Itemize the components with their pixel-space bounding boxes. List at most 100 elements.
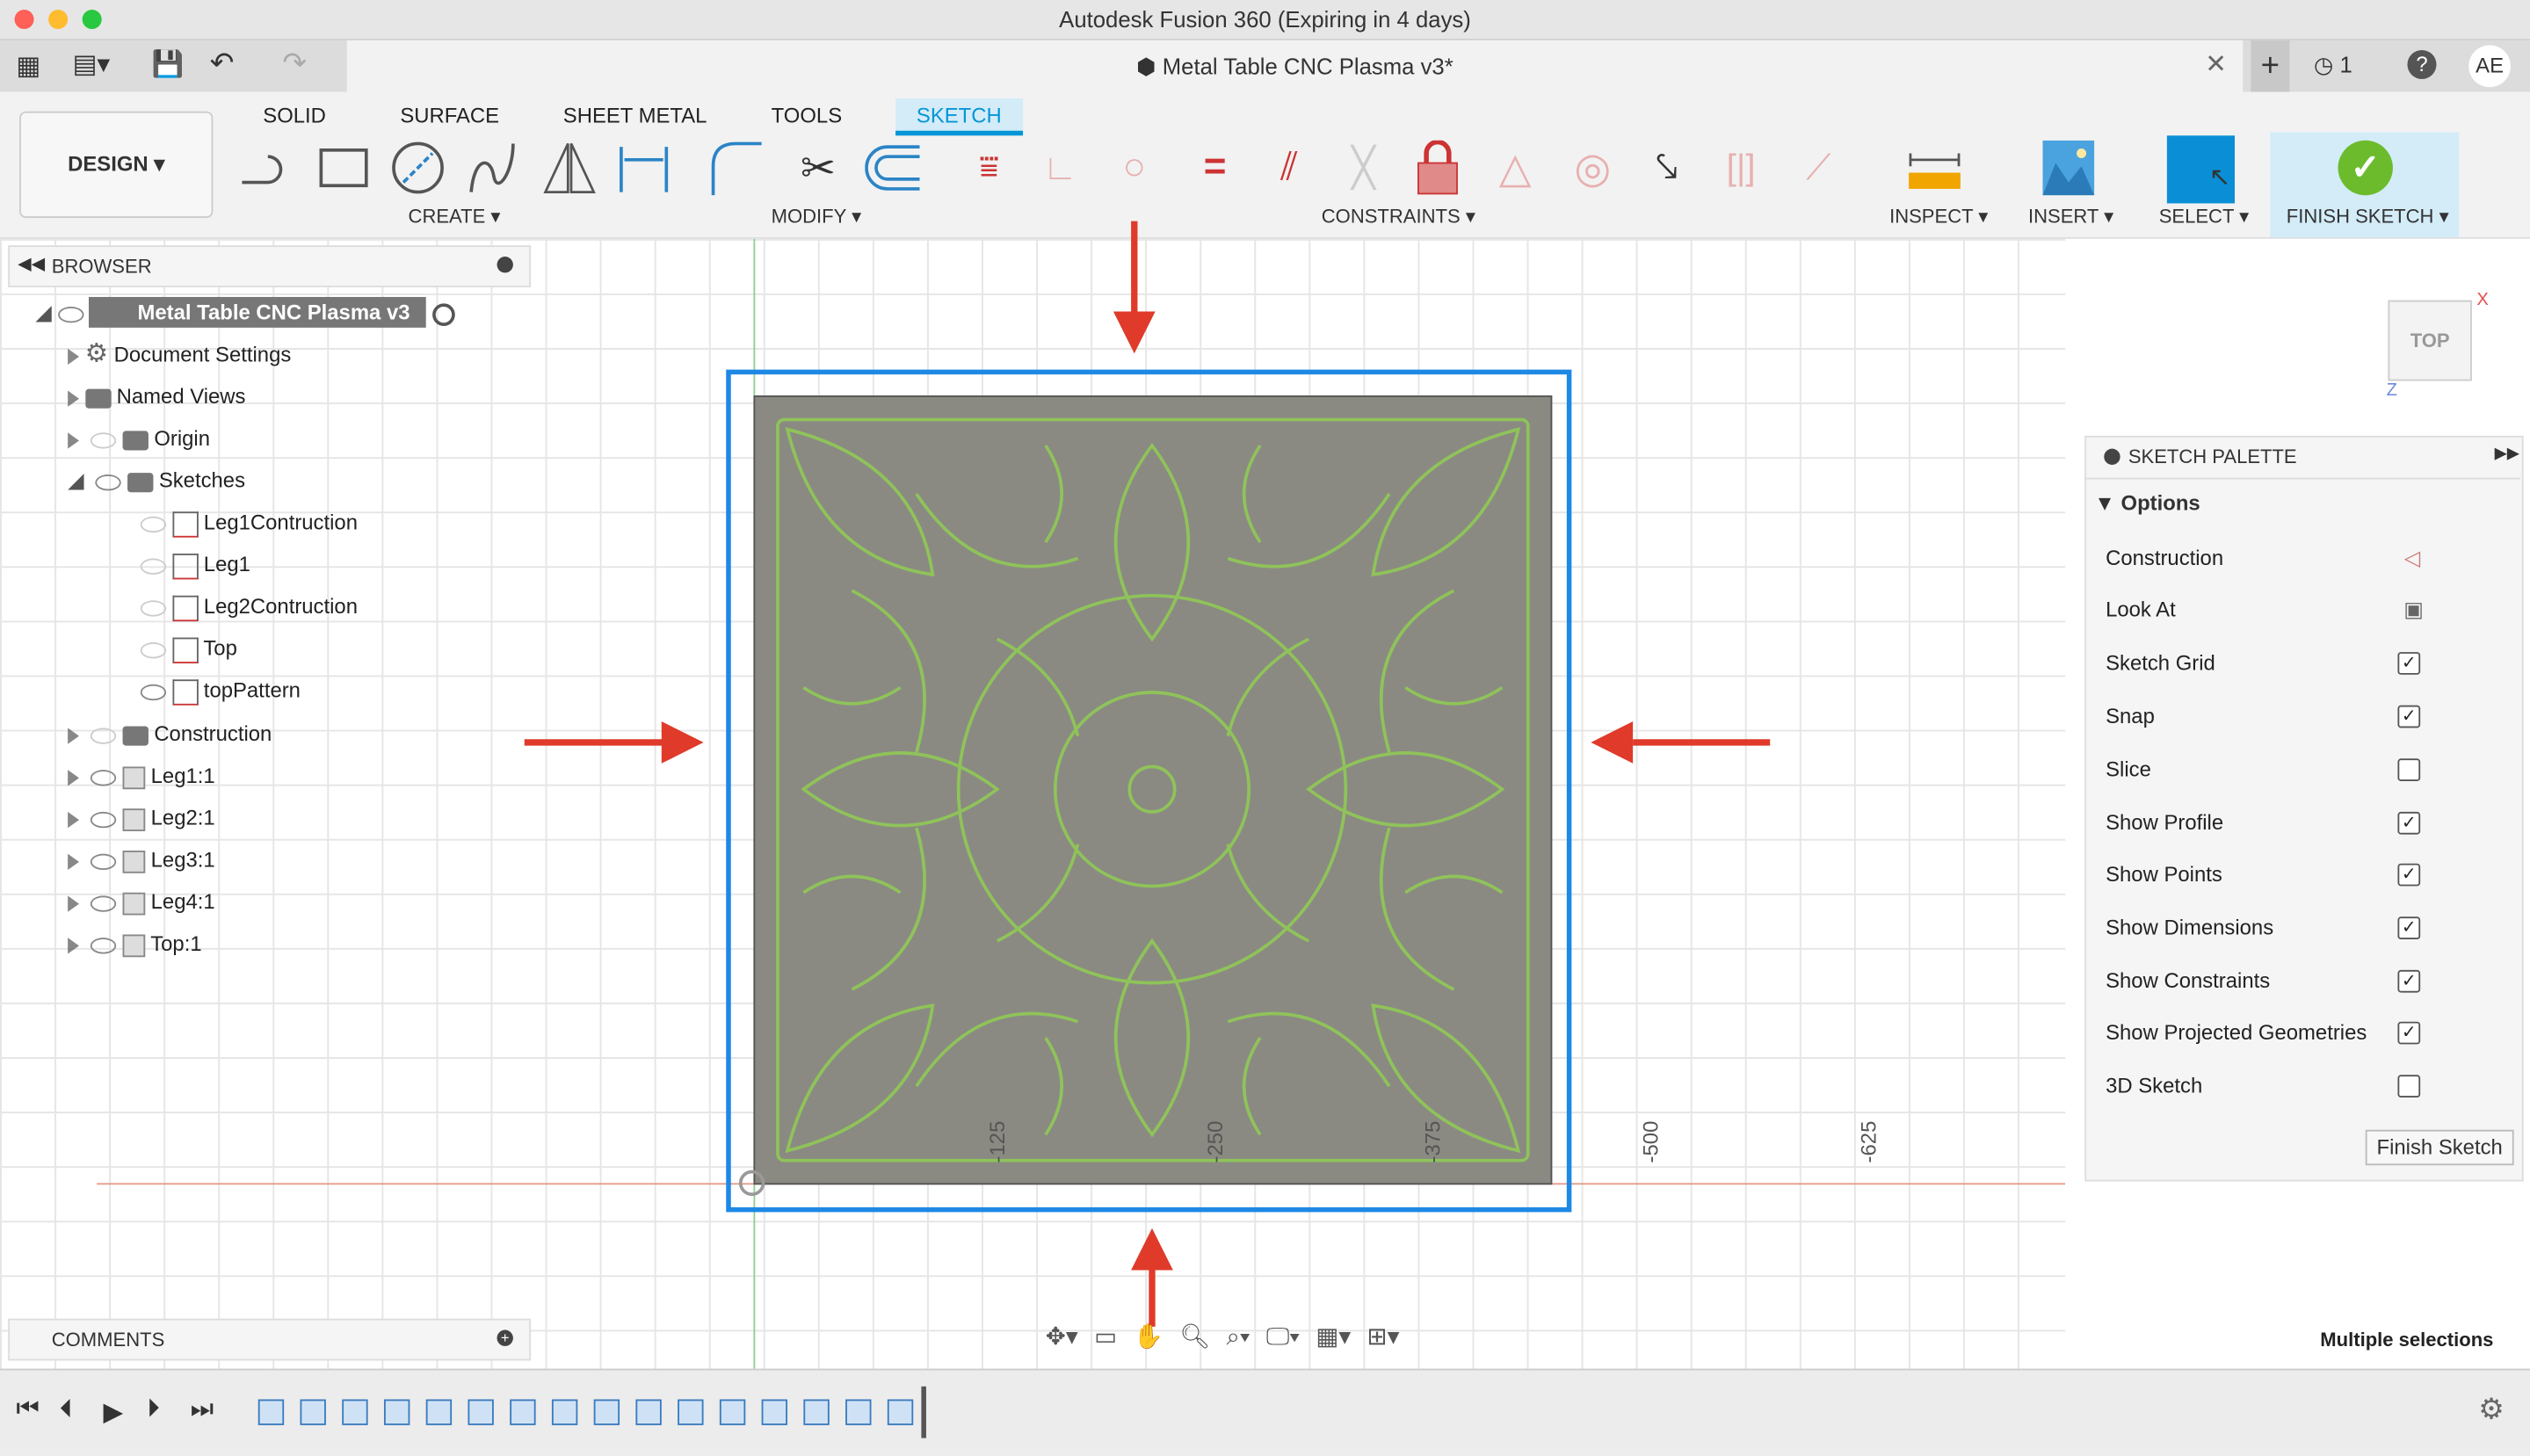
browser-root[interactable]: ◢ Metal Table CNC Plasma v3 <box>35 293 455 332</box>
browser-item-document-settings[interactable]: ⚙ Document Settings <box>68 336 291 374</box>
constraints-menu[interactable]: CONSTRAINTS ▾ <box>1322 205 1475 228</box>
visibility-eye-icon[interactable] <box>91 431 117 448</box>
visibility-eye-icon[interactable] <box>91 937 117 953</box>
inspect-menu[interactable]: INSPECT ▾ <box>1889 205 1988 228</box>
browser-item-sketch[interactable]: Leg1Contruction <box>140 503 358 542</box>
browser-item-body[interactable]: Leg2:1 <box>68 799 215 837</box>
viewports-icon[interactable]: ⊞▾ <box>1367 1322 1400 1351</box>
tab-tools[interactable]: TOOLS <box>752 98 862 133</box>
help-icon[interactable]: ? <box>2407 49 2437 80</box>
option-checkbox[interactable]: ✓ <box>2397 652 2421 676</box>
browser-minimize-icon[interactable] <box>497 257 513 273</box>
timeline-marker[interactable] <box>921 1386 926 1438</box>
visibility-eye-icon[interactable] <box>95 474 122 490</box>
palette-option-show-projected-geometries[interactable]: Show Projected Geometries ✓ <box>2106 1008 2509 1060</box>
browser-item-body[interactable]: Top:1 <box>68 924 202 963</box>
modify-menu[interactable]: MODIFY ▾ <box>772 205 861 228</box>
expand-icon[interactable] <box>68 811 79 828</box>
look-at-icon[interactable]: ▣ <box>2403 584 2424 636</box>
orbit-icon[interactable]: ✥▾ <box>1046 1322 1078 1351</box>
activate-radio-icon[interactable] <box>431 302 455 326</box>
curvature-constraint-icon[interactable]: ⟋ <box>1791 141 1845 195</box>
step-back-icon[interactable]: ⏴ <box>60 1396 73 1425</box>
tab-solid[interactable]: SOLID <box>243 98 345 133</box>
finish-sketch-palette-button[interactable]: Finish Sketch <box>2365 1129 2514 1166</box>
visibility-eye-icon[interactable] <box>140 515 167 532</box>
timeline-feature-icon[interactable] <box>383 1399 410 1425</box>
timeline-feature-icon[interactable] <box>635 1399 662 1425</box>
visibility-eye-icon[interactable] <box>57 306 83 322</box>
go-to-end-icon[interactable]: ⏭ <box>191 1396 214 1425</box>
timeline-feature-icon[interactable] <box>300 1399 326 1425</box>
triangle-constraint-icon[interactable]: △ <box>1488 141 1542 195</box>
fit-zoom-icon[interactable]: ⌕▾ <box>1226 1322 1250 1350</box>
palette-option-construction[interactable]: Construction ◁ <box>2106 532 2509 584</box>
rectangle-tool-icon[interactable] <box>316 141 371 195</box>
browser-item-sketch[interactable]: Top <box>140 629 237 668</box>
timeline-feature-icon[interactable] <box>593 1399 620 1425</box>
symmetry-constraint-icon[interactable]: [|] <box>1714 141 1768 195</box>
offset-tool-icon[interactable] <box>865 141 920 195</box>
visibility-eye-icon[interactable] <box>91 811 117 828</box>
timeline-feature-icon[interactable] <box>845 1399 872 1425</box>
apps-grid-icon[interactable]: ▦ <box>16 50 40 83</box>
browser-item-body[interactable]: Leg4:1 <box>68 883 215 922</box>
step-forward-icon[interactable]: ⏵ <box>147 1396 160 1425</box>
measure-icon[interactable] <box>1907 141 1961 195</box>
mirror-tool-icon[interactable] <box>542 141 597 195</box>
create-menu[interactable]: CREATE ▾ <box>409 205 501 228</box>
table-top-profile[interactable] <box>753 395 1553 1185</box>
palette-option-snap[interactable]: Snap ✓ <box>2106 691 2509 742</box>
palette-minimize-icon[interactable] <box>2104 448 2120 465</box>
timeline-feature-icon[interactable] <box>510 1399 536 1425</box>
save-icon[interactable]: 💾 <box>152 48 185 81</box>
workspace-switcher[interactable]: DESIGN ▾ <box>19 111 214 218</box>
timeline-feature-icon[interactable] <box>425 1399 453 1425</box>
palette-option-show-constraints[interactable]: Show Constraints ✓ <box>2106 955 2509 1007</box>
close-window-button[interactable] <box>14 10 34 30</box>
job-status[interactable]: ◷ 1 <box>2314 52 2352 79</box>
parallel-constraint-icon[interactable]: ⫽ <box>1262 141 1316 195</box>
option-checkbox[interactable]: ✓ <box>2397 705 2421 728</box>
display-settings-icon[interactable]: 🖵▾ <box>1266 1322 1300 1350</box>
options-section-toggle[interactable]: ▼ Options <box>2094 490 2200 515</box>
collinear-constraint-icon[interactable]: ╳ <box>1336 141 1390 195</box>
user-avatar[interactable]: AE <box>2468 45 2511 88</box>
palette-expand-icon[interactable]: ▶▶ <box>2495 445 2519 463</box>
option-checkbox[interactable] <box>2397 757 2421 781</box>
fix-constraint-icon[interactable]: ⩸ <box>961 141 1016 195</box>
tab-surface[interactable]: SURFACE <box>381 98 518 133</box>
fillet-tool-icon[interactable] <box>710 141 765 196</box>
option-checkbox[interactable]: ✓ <box>2397 810 2421 834</box>
palette-option-show-points[interactable]: Show Points ✓ <box>2106 850 2509 902</box>
dimension-tool-icon[interactable] <box>616 141 671 195</box>
tab-sketch[interactable]: SKETCH <box>895 98 1023 136</box>
palette-option-show-profile[interactable]: Show Profile ✓ <box>2106 796 2509 848</box>
minimize-window-button[interactable] <box>48 10 69 30</box>
insert-menu[interactable]: INSERT ▾ <box>2028 205 2113 228</box>
browser-item-construction[interactable]: Construction <box>68 715 272 754</box>
palette-option-slice[interactable]: Slice <box>2106 743 2509 795</box>
expand-icon[interactable] <box>68 895 79 911</box>
timeline-feature-icon[interactable] <box>551 1399 578 1425</box>
go-to-start-icon[interactable]: ⏮ <box>16 1396 39 1425</box>
document-tab[interactable]: ⬢ Metal Table CNC Plasma v3* ✕ <box>346 40 2244 92</box>
grid-settings-icon[interactable]: ▦▾ <box>1316 1322 1351 1351</box>
expand-icon[interactable] <box>68 347 79 365</box>
lock-constraint-icon[interactable] <box>1410 140 1465 195</box>
timeline-feature-icon[interactable] <box>257 1399 285 1425</box>
pan-hand-icon[interactable]: ✋ <box>1133 1322 1163 1351</box>
timeline-feature-icon[interactable] <box>678 1399 704 1425</box>
palette-option-look-at[interactable]: Look At ▣ <box>2106 584 2509 636</box>
tab-sheet-metal[interactable]: SHEET METAL <box>544 98 727 133</box>
browser-item-sketch[interactable]: topPattern <box>140 671 301 710</box>
browser-item-sketch[interactable]: Leg2Contruction <box>140 588 358 627</box>
file-icon[interactable]: ▤▾ <box>73 48 111 81</box>
option-checkbox[interactable]: ✓ <box>2397 916 2421 939</box>
equal-constraint-icon[interactable]: = <box>1187 141 1242 195</box>
timeline-feature-icon[interactable] <box>468 1399 494 1425</box>
timeline-feature-icon[interactable] <box>887 1399 914 1425</box>
visibility-eye-icon[interactable] <box>140 641 167 658</box>
play-icon[interactable]: ▶ <box>104 1396 124 1429</box>
new-tab-button[interactable]: + <box>2251 40 2290 92</box>
